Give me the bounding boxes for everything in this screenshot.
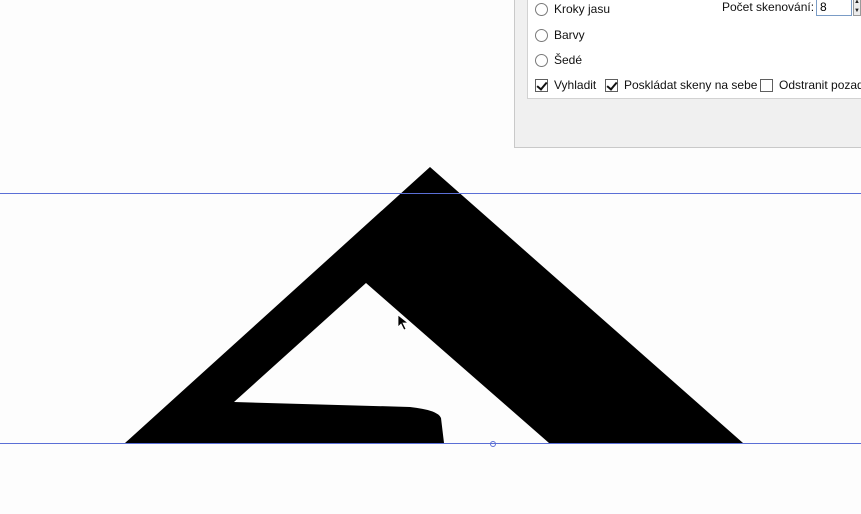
horizontal-guide-top[interactable] <box>0 193 861 194</box>
checkbox-vyhladit[interactable]: Vyhladit <box>535 75 596 95</box>
radio-option-kroky-jasu[interactable]: Kroky jasu <box>535 0 610 19</box>
scan-count-input[interactable] <box>816 0 852 16</box>
mouse-cursor-icon <box>397 314 410 331</box>
checkbox-box[interactable] <box>605 78 618 92</box>
checkbox-label: Vyhladit <box>554 78 597 92</box>
checkbox-posklada-skeny[interactable]: Poskládat skeny na sebe <box>605 75 757 95</box>
checkbox-box[interactable] <box>535 78 548 92</box>
checkbox-odstranit-pozadi[interactable]: Odstranit pozad <box>760 75 861 95</box>
spin-up-icon[interactable]: ▲ <box>854 0 860 6</box>
trace-options-group: Kroky jasu Barvy Šedé Počet skenování: ▲… <box>527 0 861 99</box>
checkbox-label: Odstranit pozad <box>779 78 861 92</box>
trace-bitmap-dialog: Kroky jasu Barvy Šedé Počet skenování: ▲… <box>514 0 861 148</box>
checkbox-label: Poskládat skeny na sebe <box>624 78 758 92</box>
spin-down-icon[interactable]: ▼ <box>854 7 860 15</box>
radio-option-sede[interactable]: Šedé <box>535 50 582 70</box>
checkbox-box[interactable] <box>760 78 773 92</box>
radio-label: Kroky jasu <box>554 2 611 16</box>
horizontal-guide-bottom[interactable] <box>0 443 861 444</box>
traced-path[interactable] <box>125 167 743 443</box>
radio-button[interactable] <box>535 53 548 67</box>
node-handle[interactable] <box>489 440 497 448</box>
radio-label: Barvy <box>554 28 585 42</box>
radio-button[interactable] <box>535 2 548 16</box>
scan-count-label: Počet skenování: <box>722 0 815 14</box>
scan-count-spinner[interactable]: ▲ ▼ <box>853 0 861 16</box>
radio-option-barvy[interactable]: Barvy <box>535 25 585 45</box>
radio-label: Šedé <box>554 53 583 67</box>
radio-button[interactable] <box>535 28 548 42</box>
